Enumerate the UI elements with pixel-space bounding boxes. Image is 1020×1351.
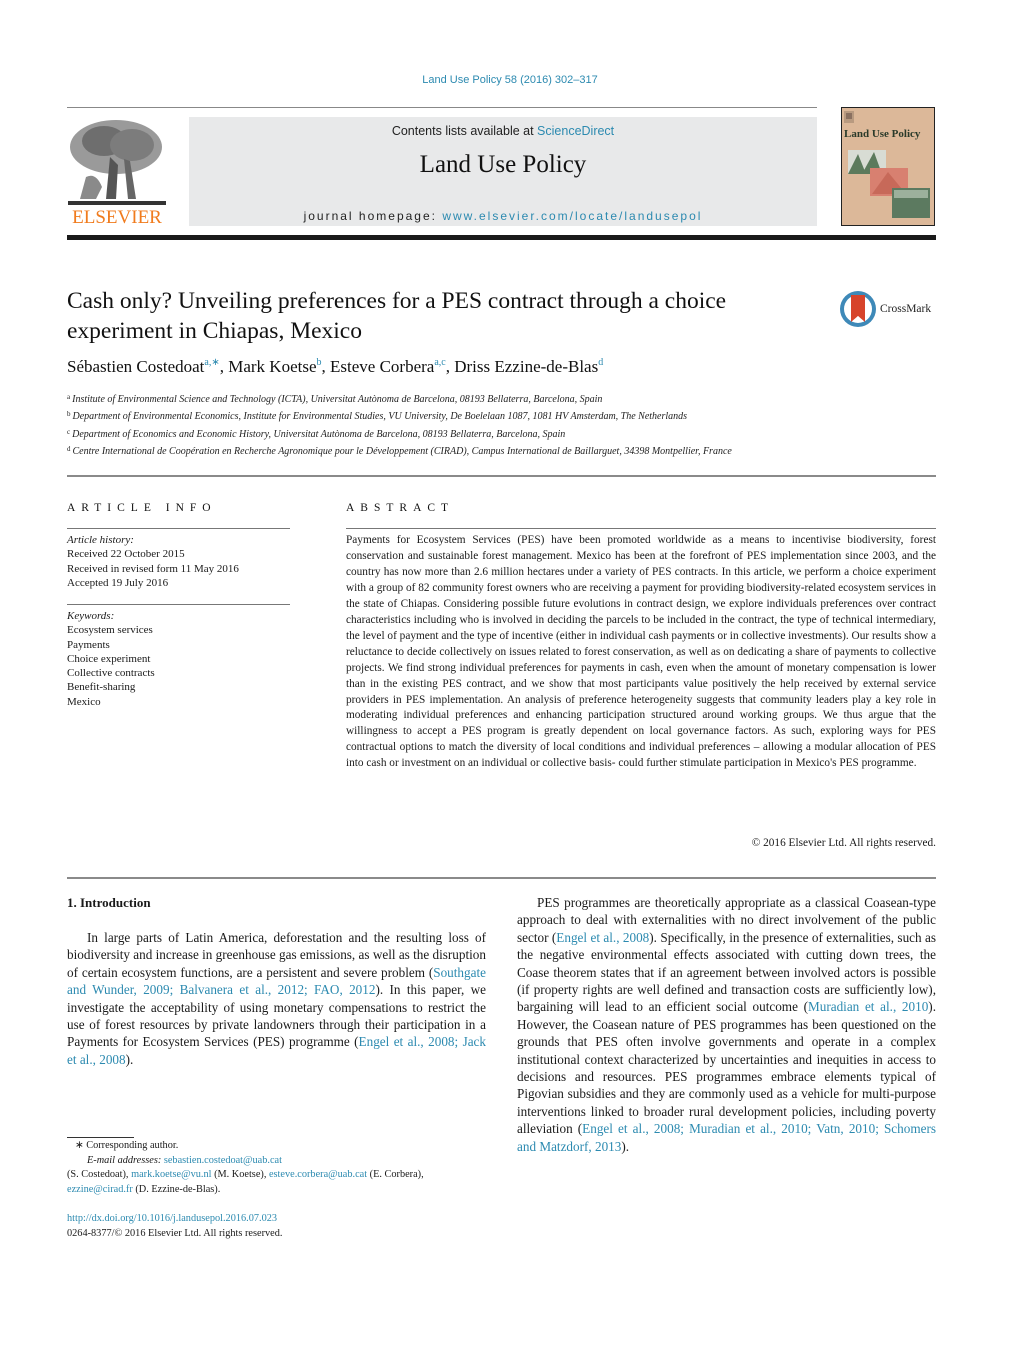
email-link[interactable]: sebastien.costedoat@uab.cat <box>164 1155 282 1166</box>
cover-landscape-images-icon <box>848 150 930 218</box>
email-link[interactable]: ezzine@cirad.fr <box>67 1184 133 1195</box>
email-link[interactable]: mark.koetse@vu.nl <box>131 1169 211 1180</box>
affiliation-text: Centre International de Coopération en R… <box>72 445 732 457</box>
email-owner: (M. Koetse) <box>214 1169 264 1180</box>
paragraph-text: ). However, the Coasean nature of PES pr… <box>517 999 936 1137</box>
crossmark-button[interactable]: CrossMark <box>839 290 939 330</box>
history-accepted: Accepted 19 July 2016 <box>67 576 169 589</box>
author[interactable]: Driss Ezzine-de-Blasd <box>454 357 603 376</box>
paragraph-text: ). <box>125 1051 134 1067</box>
body-divider <box>67 877 936 879</box>
keyword-item: Mexico <box>67 695 101 708</box>
journal-cover-thumbnail[interactable]: Land Use Policy <box>841 107 935 226</box>
header-thick-rule <box>67 235 936 240</box>
email-line: E-mail addresses: sebastien.costedoat@ua… <box>67 1154 492 1169</box>
author-name[interactable]: Driss Ezzine-de-Blas <box>454 357 598 376</box>
keyword-item: Payments <box>67 638 110 651</box>
abstract-divider <box>346 528 936 529</box>
affiliation-text: Department of Environmental Economics, I… <box>72 411 688 423</box>
email-label: E-mail addresses: <box>87 1154 162 1166</box>
email-owner: (D. Ezzine-de-Blas). <box>135 1183 221 1195</box>
keyword-item: Choice experiment <box>67 652 151 665</box>
section-heading-introduction: 1. Introduction <box>67 895 151 910</box>
affiliation-marker[interactable]: d <box>598 357 603 368</box>
contents-line: Contents lists available at ScienceDirec… <box>189 124 817 138</box>
intro-paragraph-2: PES programmes are theoretically appropr… <box>517 894 936 1155</box>
elsevier-wordmark: ELSEVIER <box>72 207 162 228</box>
intro-paragraph-1: In large parts of Latin America, defores… <box>67 929 486 1068</box>
affiliation-divider <box>67 475 936 477</box>
history-label: Article history: <box>67 534 134 546</box>
elsevier-mini-logo-icon <box>844 111 854 123</box>
elsevier-logo[interactable]: ELSEVIER <box>66 117 168 229</box>
homepage-line: journal homepage: www.elsevier.com/locat… <box>189 209 817 223</box>
keyword-item: Benefit-sharing <box>67 681 136 694</box>
author[interactable]: Sébastien Costedoata,∗ <box>67 357 220 376</box>
affiliation-item: c Department of Economics and Economic Hi… <box>67 425 827 442</box>
email-owner: (E. Corbera) <box>369 1169 422 1180</box>
affiliation-item: d Centre International de Coopération en … <box>67 442 827 459</box>
doi-link[interactable]: http://dx.doi.org/10.1016/j.landusepol.2… <box>67 1212 492 1227</box>
elsevier-tree-icon <box>66 117 168 209</box>
keyword-item: Ecosystem services <box>67 624 153 637</box>
affiliation-item: b Department of Environmental Economics, … <box>67 407 827 424</box>
email-line: ezzine@cirad.fr (D. Ezzine-de-Blas). <box>67 1183 492 1198</box>
article-info-heading: ARTICLE INFO <box>67 502 217 514</box>
cover-title: Land Use Policy <box>844 128 921 140</box>
affiliation-marker[interactable]: a,c <box>434 357 445 368</box>
email-owner: (S. Costedoat) <box>67 1169 126 1180</box>
keywords-divider <box>67 604 290 605</box>
history-received: Received 22 October 2015 <box>67 548 185 561</box>
author-separator: , <box>321 357 331 376</box>
affiliation-text: Institute of Environmental Science and T… <box>72 394 603 405</box>
crossmark-label: CrossMark <box>880 303 932 315</box>
paragraph-text: ). <box>621 1138 630 1154</box>
journal-title: Land Use Policy <box>419 151 587 178</box>
sciencedirect-link[interactable]: ScienceDirect <box>537 124 614 138</box>
author-name[interactable]: Sébastien Costedoat <box>67 357 204 376</box>
doi-block: http://dx.doi.org/10.1016/j.landusepol.2… <box>67 1212 492 1241</box>
abstract-copyright: © 2016 Elsevier Ltd. All rights reserved… <box>751 837 936 849</box>
abstract-text: Payments for Ecosystem Services (PES) ha… <box>346 534 936 770</box>
footnote-divider <box>67 1137 134 1138</box>
footnotes: ∗ Corresponding author. E-mail addresses… <box>67 1139 492 1197</box>
journal-banner: Contents lists available at ScienceDirec… <box>189 117 817 226</box>
crossmark-icon <box>840 291 876 327</box>
corresponding-author-note: ∗ Corresponding author. <box>75 1140 179 1151</box>
affiliation-list: a Institute of Environmental Science and … <box>67 390 827 459</box>
article-title: Cash only? Unveiling preferences for a P… <box>67 288 727 344</box>
citation-link[interactable]: Muradian et al., 2010 <box>808 999 928 1014</box>
issn-copyright: 0264-8377/© 2016 Elsevier Ltd. All right… <box>67 1227 283 1239</box>
affiliation-marker[interactable]: a,∗ <box>204 357 219 368</box>
citation-link[interactable]: Engel et al., 2008 <box>556 930 649 945</box>
affiliation-key: b <box>67 410 71 419</box>
affiliation-text: Department of Economics and Economic His… <box>72 428 566 440</box>
contents-prefix: Contents lists available at <box>391 124 538 138</box>
article-info-divider <box>67 528 290 529</box>
author-list: Sébastien Costedoata,∗, Mark Koetseb, Es… <box>67 357 603 377</box>
email-line: (S. Costedoat), mark.koetse@vu.nl (M. Ko… <box>67 1169 424 1180</box>
affiliation-key: c <box>67 427 71 436</box>
keywords-label: Keywords: <box>67 610 115 622</box>
journal-reference-link[interactable]: Land Use Policy 58 (2016) 302–317 <box>0 74 1020 86</box>
article-history: Article history: Received 22 October 201… <box>67 533 290 590</box>
author-name[interactable]: Esteve Corbera <box>330 357 434 376</box>
homepage-prefix: journal homepage: <box>303 209 443 223</box>
author-name[interactable]: Mark Koetse <box>228 357 316 376</box>
author-separator: , <box>445 357 455 376</box>
paragraph-text: In large parts of Latin America, defores… <box>67 930 486 980</box>
author[interactable]: Esteve Corberaa,c <box>330 357 446 376</box>
affiliation-key: a <box>67 393 71 401</box>
journal-homepage-link[interactable]: www.elsevier.com/locate/landusepol <box>442 209 702 223</box>
keyword-item: Collective contracts <box>67 667 155 680</box>
email-link[interactable]: esteve.corbera@uab.cat <box>269 1169 367 1180</box>
abstract-heading: ABSTRACT <box>346 502 455 514</box>
keywords-list: Keywords: Ecosystem services Payments Ch… <box>67 609 290 709</box>
header-top-rule <box>67 107 817 108</box>
affiliation-key: d <box>67 444 71 453</box>
affiliation-item: a Institute of Environmental Science and … <box>67 390 827 407</box>
author-separator: , <box>219 357 229 376</box>
author[interactable]: Mark Koetseb <box>228 357 321 376</box>
history-revised: Received in revised form 11 May 2016 <box>67 562 239 575</box>
